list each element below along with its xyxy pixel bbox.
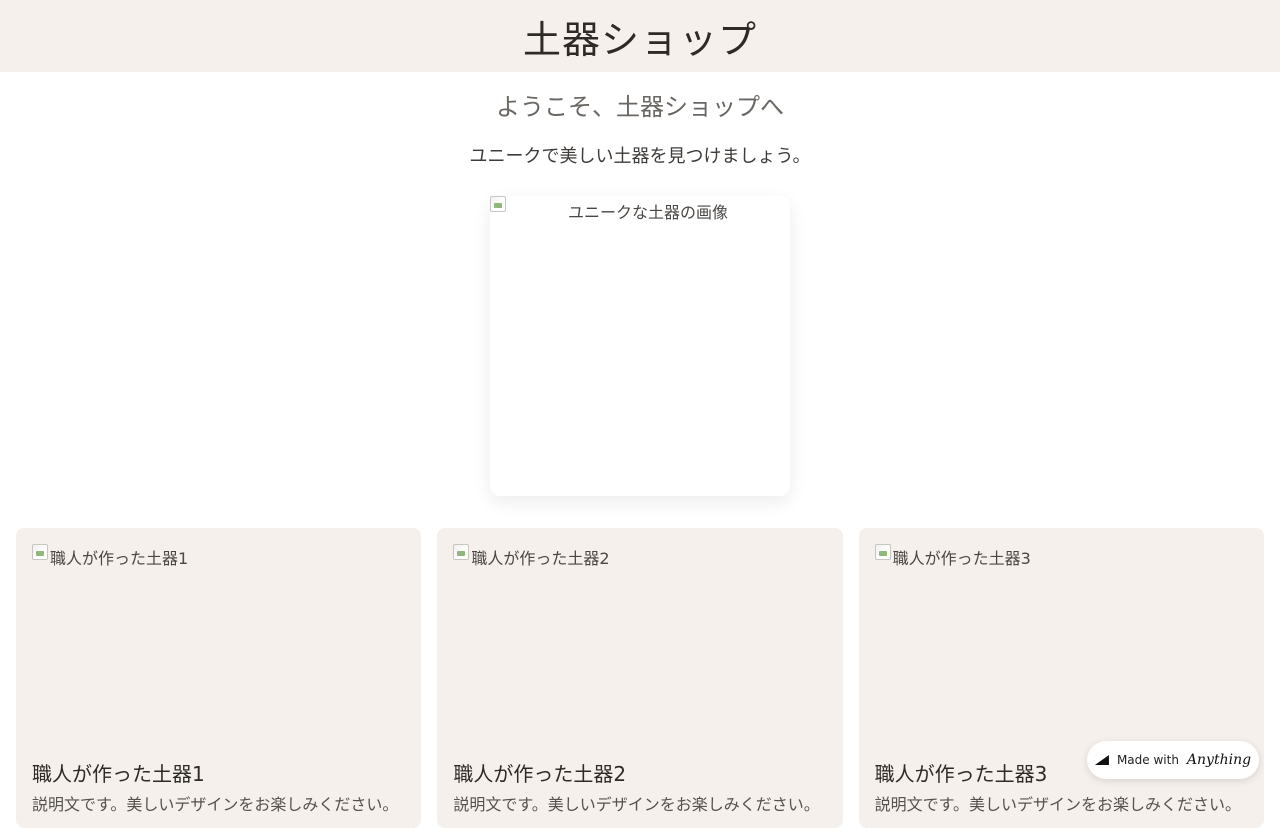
broken-image-icon — [32, 544, 48, 560]
welcome-section: ようこそ、土器ショップへ ユニークで美しい土器を見つけましょう。 — [0, 87, 1280, 168]
hero-image-frame: ユニークな土器の画像 — [490, 196, 790, 496]
product-image-alt: 職人が作った土器1 — [50, 549, 189, 568]
broken-image-icon — [874, 544, 891, 560]
broken-image-icon — [453, 544, 470, 560]
product-description: 説明文です。美しいデザインをお楽しみください。 — [32, 795, 399, 814]
hero-image: ユニークな土器の画像 — [490, 196, 790, 223]
made-with-anything-badge[interactable]: Made with Anything — [1087, 741, 1259, 779]
product-image: 職人が作った土器2 — [453, 544, 826, 740]
product-card[interactable]: 職人が作った土器2 職人が作った土器2 説明文です。美しいデザインをお楽しみくだ… — [437, 528, 843, 828]
product-image: 職人が作った土器1 — [32, 544, 405, 740]
badge-prefix: Made with — [1116, 753, 1179, 767]
product-image-alt: 職人が作った土器3 — [892, 549, 1031, 568]
product-card[interactable]: 職人が作った土器3 職人が作った土器3 説明文です。美しいデザインをお楽しみくだ… — [858, 528, 1264, 828]
product-grid: 職人が作った土器1 職人が作った土器1 説明文です。美しいデザインをお楽しみくだ… — [16, 528, 1264, 828]
welcome-subtitle: ユニークで美しい土器を見つけましょう。 — [469, 146, 811, 167]
product-image-alt: 職人が作った土器2 — [471, 549, 610, 568]
welcome-heading: ようこそ、土器ショップへ — [496, 93, 784, 121]
product-name: 職人が作った土器2 — [453, 762, 627, 786]
anything-logo-icon — [1095, 753, 1109, 767]
site-title: 土器ショップ — [522, 17, 757, 62]
product-description: 説明文です。美しいデザインをお楽しみください。 — [453, 795, 820, 814]
product-description: 説明文です。美しいデザインをお楽しみください。 — [874, 795, 1242, 814]
badge-brand: Anything — [1186, 752, 1252, 768]
hero-image-alt: ユニークな土器の画像 — [568, 203, 729, 222]
broken-image-icon — [490, 196, 506, 212]
product-name: 職人が作った土器1 — [32, 762, 205, 786]
product-image: 職人が作った土器3 — [874, 544, 1248, 740]
site-header: 土器ショップ — [0, 0, 1280, 72]
product-card[interactable]: 職人が作った土器1 職人が作った土器1 説明文です。美しいデザインをお楽しみくだ… — [16, 528, 422, 828]
